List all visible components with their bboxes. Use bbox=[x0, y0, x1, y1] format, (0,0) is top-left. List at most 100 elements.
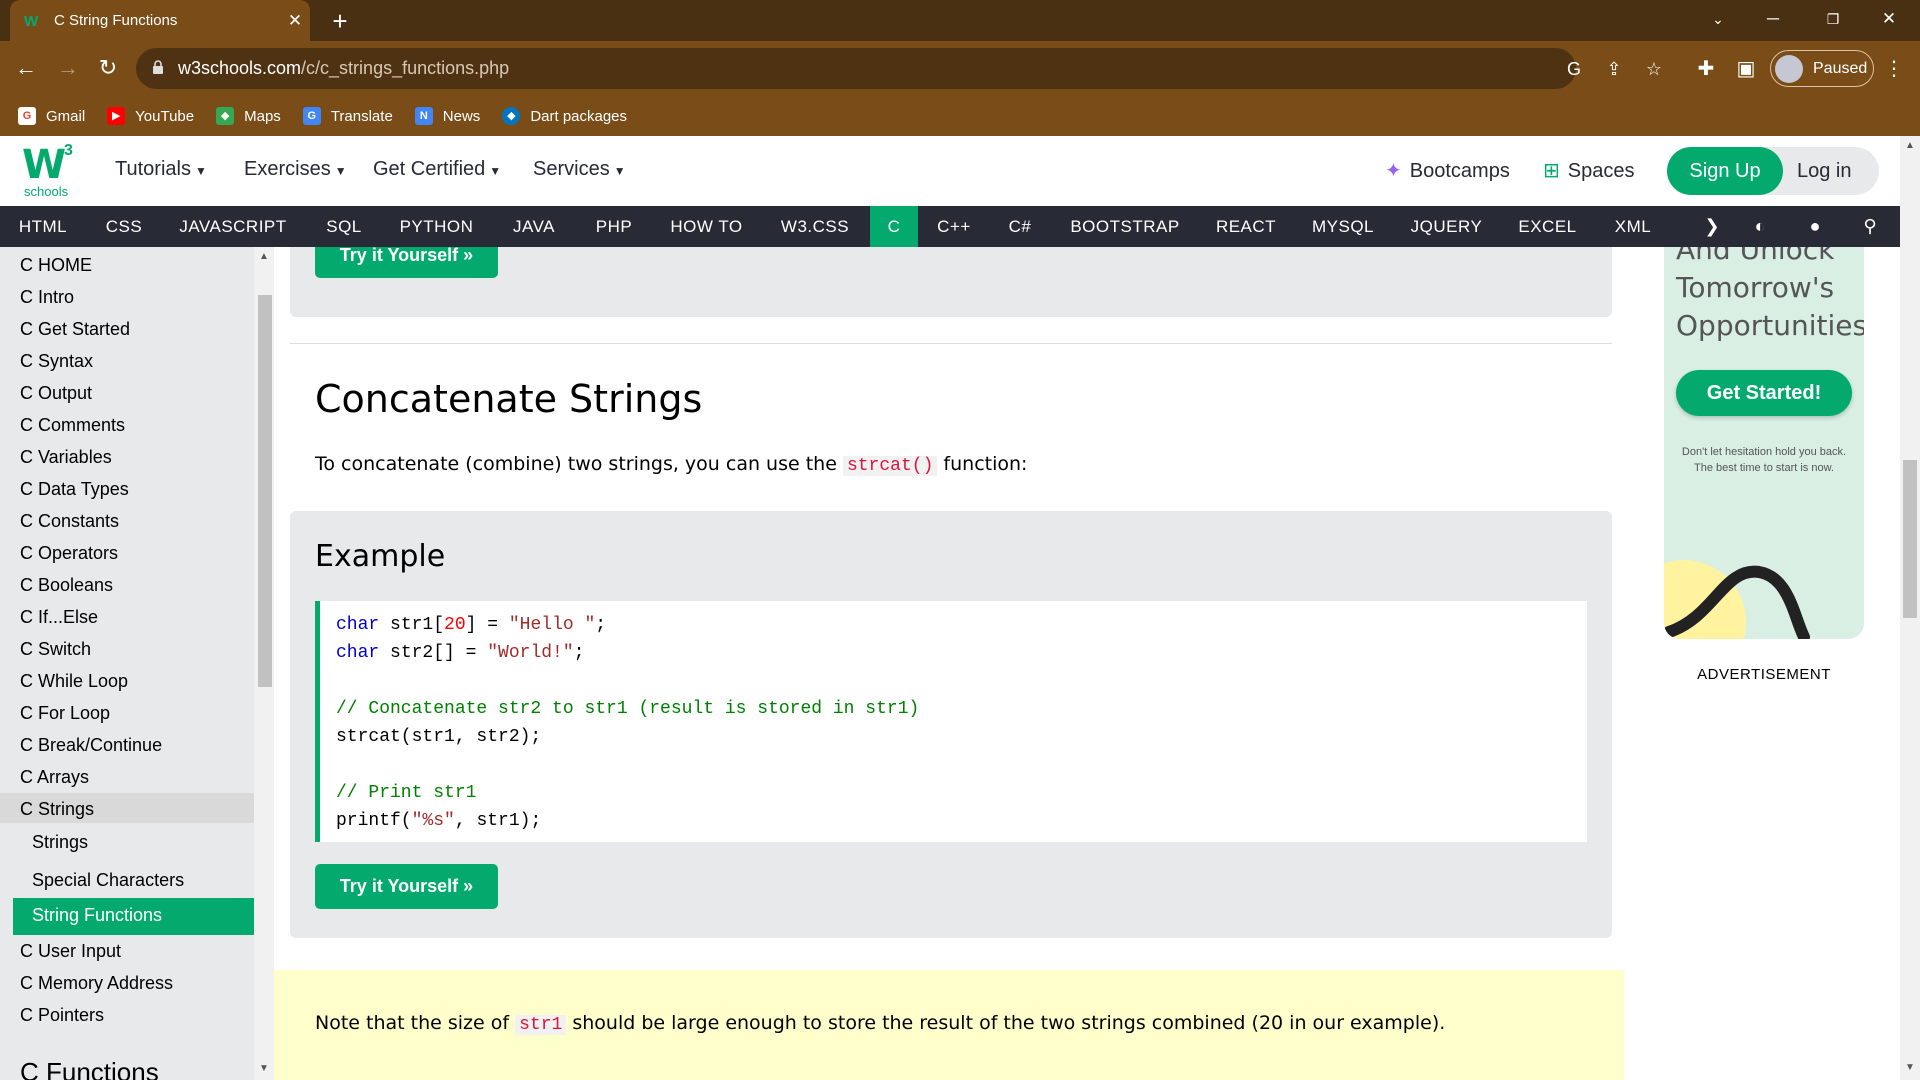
nav-get-certified[interactable]: Get Certified ▼ bbox=[373, 158, 501, 181]
sidebar-scroll-thumb[interactable] bbox=[258, 295, 272, 687]
sidebar-item[interactable]: C Data Types bbox=[20, 479, 129, 500]
sidebar-item[interactable]: C Arrays bbox=[20, 767, 89, 788]
back-icon[interactable]: ← bbox=[10, 52, 42, 84]
sidebar-item[interactable]: C Intro bbox=[20, 287, 74, 308]
bookmark-youtube[interactable]: ▶ YouTube bbox=[107, 107, 194, 125]
note-text: Note that the size of str1 should be lar… bbox=[315, 1012, 1446, 1035]
sidebar-item[interactable]: C Booleans bbox=[20, 575, 113, 596]
log-in-button[interactable]: Log in bbox=[1797, 147, 1852, 195]
sidebar-item[interactable]: C Get Started bbox=[20, 319, 130, 340]
sidebar-item[interactable]: C While Loop bbox=[20, 671, 128, 692]
try-it-yourself-button[interactable]: Try it Yourself » bbox=[315, 864, 498, 909]
bookmark-news[interactable]: N News bbox=[414, 107, 480, 125]
sidebar-item[interactable]: C HOME bbox=[20, 255, 92, 276]
subnav-javascript[interactable]: JAVASCRIPT bbox=[162, 206, 304, 247]
subnav-csharp[interactable]: C# bbox=[990, 206, 1050, 247]
subnav-mysql[interactable]: MYSQL bbox=[1292, 206, 1394, 247]
subnav-cpp[interactable]: C++ bbox=[918, 206, 990, 247]
close-tab-icon[interactable]: ✕ bbox=[280, 11, 310, 31]
share-icon[interactable]: ⇪ bbox=[1602, 57, 1626, 81]
sidebar-item[interactable]: C Operators bbox=[20, 543, 118, 564]
sign-up-button[interactable]: Sign Up bbox=[1667, 147, 1783, 195]
subnav-sql[interactable]: SQL bbox=[304, 206, 384, 247]
sidebar-subitem[interactable]: Strings bbox=[32, 832, 88, 853]
sidebar-item[interactable]: C Output bbox=[20, 383, 92, 404]
page-scrollbar[interactable]: ▲ ▼ bbox=[1900, 136, 1920, 1080]
chevron-right-icon[interactable]: ❯ bbox=[1692, 206, 1732, 247]
nav-services[interactable]: Services ▼ bbox=[533, 158, 626, 181]
ad-tagline: The best time to start is now. bbox=[1693, 462, 1834, 474]
bootcamps-link[interactable]: ✦ Bootcamps bbox=[1385, 158, 1510, 183]
sidebar-item[interactable]: C For Loop bbox=[20, 703, 110, 724]
example-box: Example char str1[20] = "Hello "; char s… bbox=[290, 511, 1612, 938]
sidebar-item[interactable]: C Break/Continue bbox=[20, 735, 162, 756]
sidebar-item[interactable]: C If...Else bbox=[20, 607, 98, 628]
ad-headline-line: Tomorrow's bbox=[1676, 271, 1835, 304]
ad-tagline: Don't let hesitation hold you back. bbox=[1681, 446, 1847, 458]
subnav-react[interactable]: REACT bbox=[1200, 206, 1292, 247]
sidebar-item[interactable]: C Pointers bbox=[20, 1005, 104, 1026]
subnav-excel[interactable]: EXCEL bbox=[1499, 206, 1596, 247]
nav-tutorials[interactable]: Tutorials ▼ bbox=[115, 158, 207, 181]
page-scroll-thumb[interactable] bbox=[1903, 460, 1917, 618]
globe-icon[interactable]: ● bbox=[1795, 206, 1835, 247]
sidebar-scrollbar[interactable]: ▲ ▼ bbox=[254, 247, 274, 1080]
menu-kebab-icon[interactable]: ⋮ bbox=[1880, 55, 1908, 83]
extensions-icon[interactable]: ✚ bbox=[1692, 55, 1720, 83]
sidebar-item[interactable]: C Switch bbox=[20, 639, 91, 660]
subnav-c[interactable]: C bbox=[870, 206, 918, 247]
caret-down-icon: ▼ bbox=[334, 164, 347, 178]
advertisement[interactable]: And Unlock Tomorrow's Opportunities! Get… bbox=[1664, 247, 1864, 639]
gift-icon: ⊞ bbox=[1543, 160, 1560, 182]
spaces-link[interactable]: ⊞ Spaces bbox=[1543, 158, 1634, 183]
nav-exercises[interactable]: Exercises ▼ bbox=[244, 158, 347, 181]
ad-get-started-button[interactable]: Get Started! bbox=[1676, 370, 1852, 416]
address-bar[interactable]: w3schools.com/c/c_strings_functions.php … bbox=[136, 48, 1662, 89]
subnav-xml[interactable]: XML bbox=[1596, 206, 1670, 247]
bookmark-star-icon[interactable]: ☆ bbox=[1642, 57, 1666, 81]
subnav-bootstrap[interactable]: BOOTSTRAP bbox=[1050, 206, 1200, 247]
sidebar-item-c-strings[interactable]: C Strings bbox=[20, 799, 94, 820]
browser-tab[interactable]: W C String Functions ✕ bbox=[10, 0, 310, 41]
sidebar-item[interactable]: C Comments bbox=[20, 415, 125, 436]
subnav-w3css[interactable]: W3.CSS bbox=[764, 206, 866, 247]
bookmark-gmail[interactable]: G Gmail bbox=[18, 107, 85, 125]
bookmark-maps[interactable]: ◆ Maps bbox=[216, 107, 281, 125]
subnav-how-to[interactable]: HOW TO bbox=[649, 206, 764, 247]
scroll-down-icon[interactable]: ▼ bbox=[254, 1063, 274, 1074]
minimize-button[interactable]: ─ bbox=[1750, 0, 1796, 41]
scroll-down-icon[interactable]: ▼ bbox=[1900, 1062, 1920, 1073]
sidebar-item[interactable]: C Variables bbox=[20, 447, 112, 468]
restore-button[interactable]: ❐ bbox=[1810, 0, 1856, 41]
subnav-html[interactable]: HTML bbox=[0, 206, 86, 247]
w3schools-logo[interactable]: W 3 schools bbox=[22, 142, 82, 200]
scroll-up-icon[interactable]: ▲ bbox=[1900, 140, 1920, 151]
tab-search-icon[interactable]: ⌄ bbox=[1695, 0, 1741, 41]
subnav-java[interactable]: JAVA bbox=[489, 206, 579, 247]
tab-title: C String Functions bbox=[54, 12, 178, 29]
profile-button[interactable]: Paused bbox=[1770, 50, 1874, 87]
reload-icon[interactable]: ↻ bbox=[92, 52, 124, 84]
subnav-php[interactable]: PHP bbox=[579, 206, 649, 247]
sidebar-subitem[interactable]: Special Characters bbox=[32, 870, 184, 891]
bookmark-translate[interactable]: G Translate bbox=[302, 107, 393, 125]
new-tab-button[interactable]: + bbox=[325, 6, 355, 36]
google-icon[interactable]: G bbox=[1562, 57, 1586, 81]
sidebar-item[interactable]: C Memory Address bbox=[20, 973, 173, 994]
sidebar-item[interactable]: C User Input bbox=[20, 941, 121, 962]
try-it-yourself-button[interactable]: Try it Yourself » bbox=[315, 247, 498, 278]
site-header: W 3 schools Tutorials ▼ Exercises ▼ Get Ce… bbox=[0, 136, 1900, 206]
search-icon[interactable]: ⚲ bbox=[1850, 206, 1890, 247]
sidebar-item[interactable]: C Constants bbox=[20, 511, 119, 532]
subnav-python[interactable]: PYTHON bbox=[384, 206, 489, 247]
sidebar-subitem-active[interactable]: String Functions bbox=[32, 905, 162, 926]
close-window-button[interactable]: ✕ bbox=[1866, 0, 1912, 41]
contrast-icon[interactable]: ◐ bbox=[1740, 206, 1780, 247]
sidebar-item[interactable]: C Syntax bbox=[20, 351, 93, 372]
subnav-jquery[interactable]: JQUERY bbox=[1394, 206, 1499, 247]
subnav-css[interactable]: CSS bbox=[86, 206, 162, 247]
bookmark-dart-packages[interactable]: ◆ Dart packages bbox=[502, 107, 627, 125]
scroll-up-icon[interactable]: ▲ bbox=[254, 251, 274, 262]
forward-icon[interactable]: → bbox=[52, 52, 84, 84]
side-panel-icon[interactable]: ▣ bbox=[1732, 55, 1760, 83]
